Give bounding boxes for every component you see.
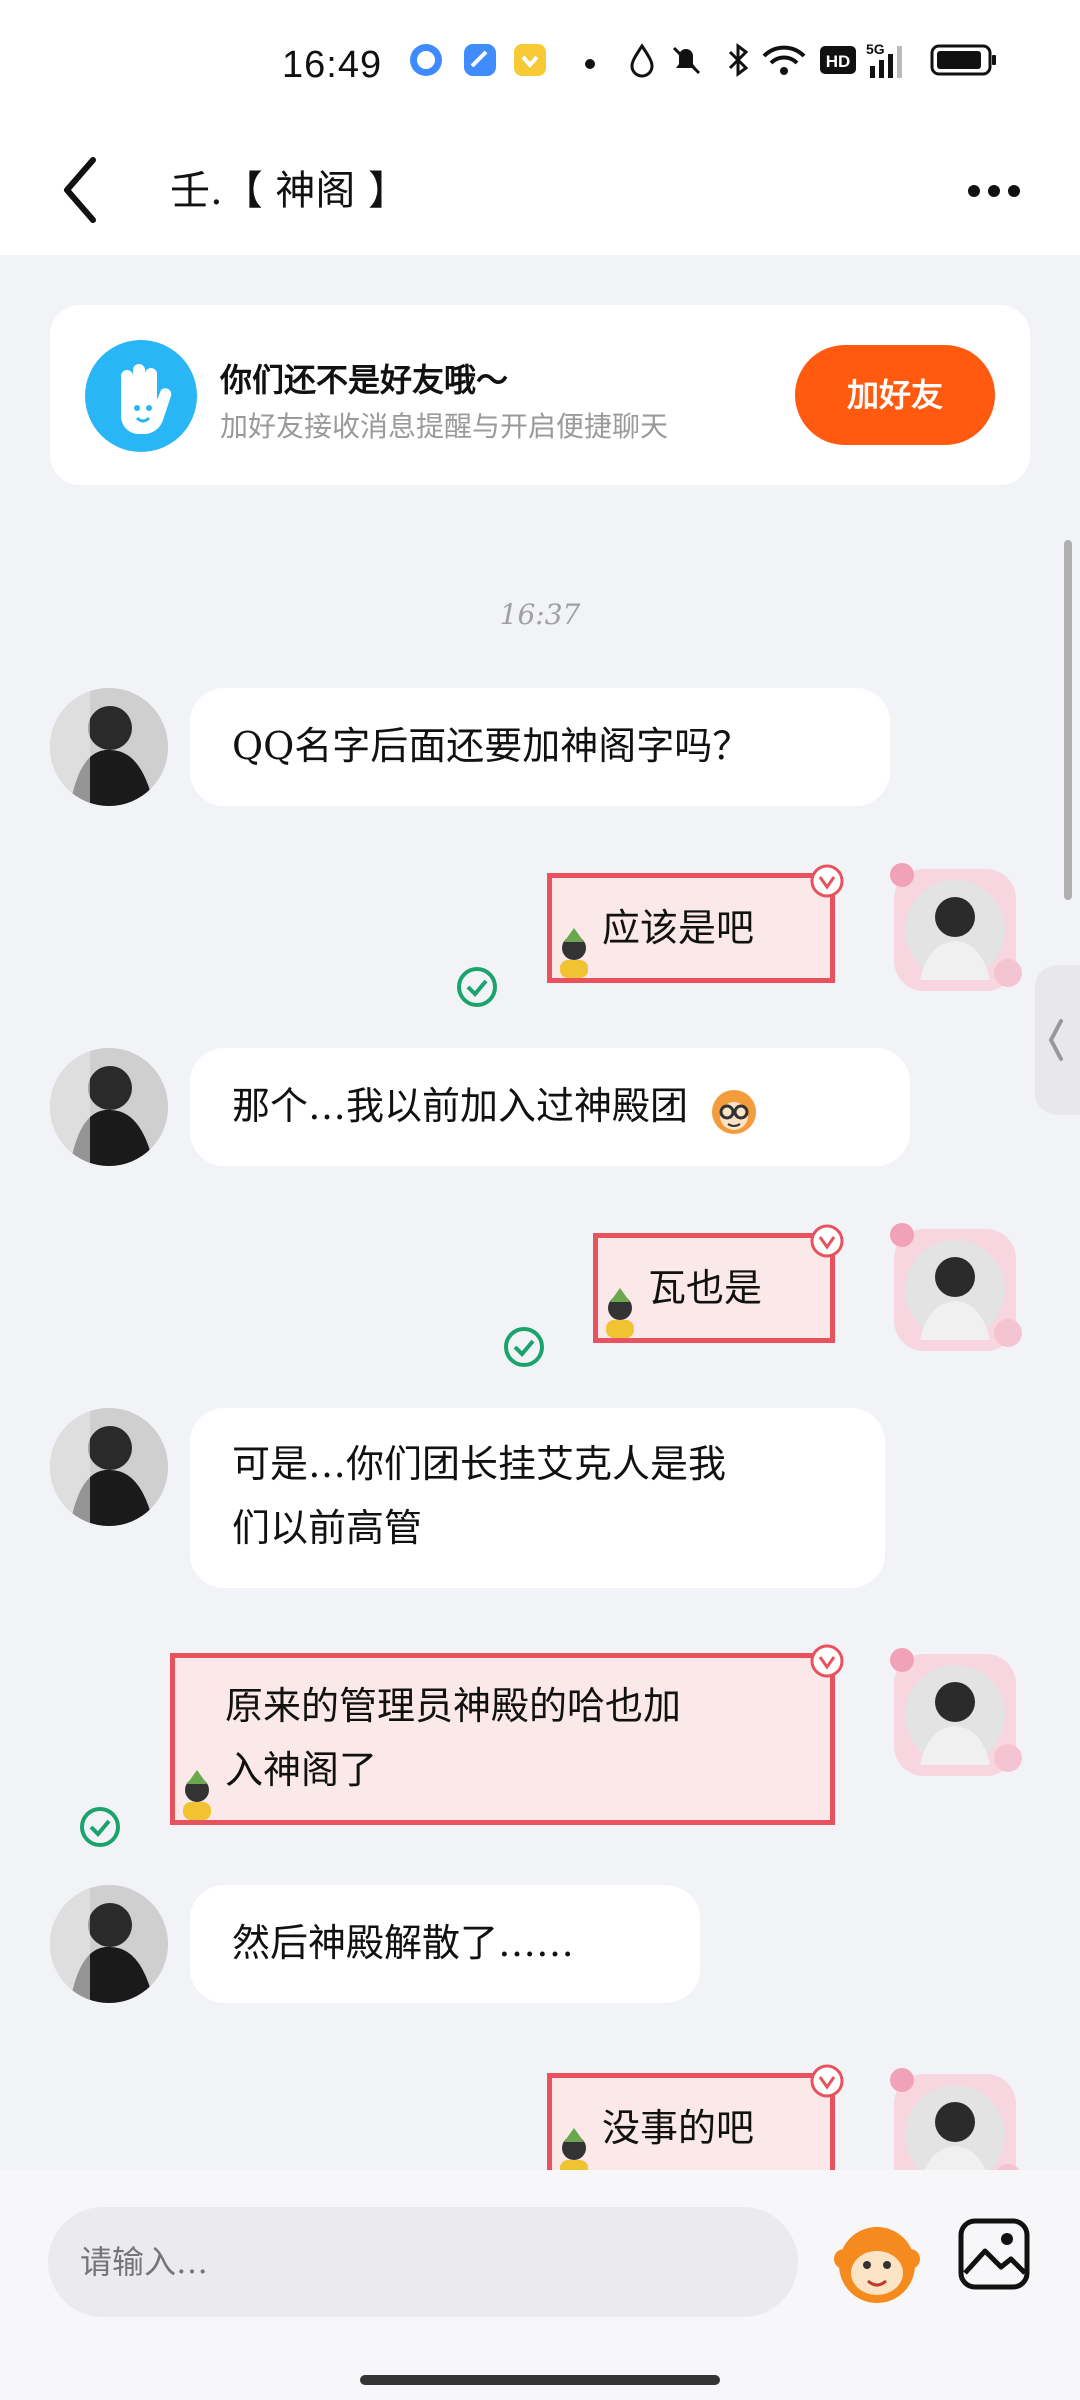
bubble-badge-icon xyxy=(810,864,844,898)
message-bubble-sent[interactable]: 应该是吧 xyxy=(547,864,844,983)
input-bar xyxy=(0,2170,1080,2400)
read-check-icon xyxy=(504,1327,544,1367)
battery-icon xyxy=(930,44,996,76)
message-text: QQ名字后面还要加神阁字吗？ xyxy=(232,724,751,768)
drop-icon xyxy=(630,43,654,78)
image-picker-button[interactable] xyxy=(955,2215,1033,2293)
mute-bell-icon xyxy=(672,46,701,75)
more-dot-icon xyxy=(968,185,980,197)
bubble-badge-icon xyxy=(810,2064,844,2098)
blue-app-icon xyxy=(464,44,496,76)
message-text-line: 入神阁了 xyxy=(225,1748,378,1792)
sender-avatar[interactable] xyxy=(50,1885,168,2003)
bluetooth-icon xyxy=(728,43,749,77)
bubble-character-icon xyxy=(183,1770,211,1820)
wifi-icon xyxy=(762,45,806,75)
side-drawer-handle[interactable] xyxy=(1035,965,1080,1115)
message-bubble-sent[interactable]: 没事的吧 xyxy=(547,2064,844,2170)
status-time: 16:49 xyxy=(282,44,383,86)
bubble-character-icon xyxy=(606,1288,634,1338)
chevron-left-icon xyxy=(64,157,96,223)
message-bubble-received[interactable]: 可是…你们团长挂艾克人是我 们以前高管 xyxy=(190,1408,885,1588)
message-text-line: 原来的管理员神殿的哈也加 xyxy=(225,1684,682,1728)
message-bubble-sent[interactable]: 原来的管理员神殿的哈也加 入神阁了 xyxy=(170,1644,844,1825)
bubble-character-icon xyxy=(560,2128,588,2170)
chat-header: 壬.【 神阁 】 xyxy=(0,130,1080,255)
svg-text:5G: 5G xyxy=(866,41,885,57)
qq-icon xyxy=(410,44,442,76)
add-friend-button[interactable]: 加好友 xyxy=(795,345,995,445)
my-avatar[interactable] xyxy=(880,855,1030,1005)
sender-avatar[interactable] xyxy=(50,1048,168,1166)
message-timestamp: 16:37 xyxy=(499,598,581,631)
yellow-app-icon xyxy=(514,44,546,76)
message-bubble-received[interactable]: 那个…我以前加入过神殿团 xyxy=(190,1048,910,1166)
add-friend-banner: 你们还不是好友哦～ 加好友接收消息提醒与开启便捷聊天 加好友 xyxy=(50,305,1030,485)
svg-text:HD: HD xyxy=(826,52,851,71)
5g-signal-icon: 5G xyxy=(866,41,902,78)
more-options-button[interactable] xyxy=(960,165,1030,215)
monkey-glasses-emoji xyxy=(712,1089,757,1134)
bubble-badge-icon xyxy=(810,1224,844,1258)
message-text-line: 可是…你们团长挂艾克人是我 xyxy=(232,1442,727,1486)
banner-subtitle: 加好友接收消息提醒与开启便捷聊天 xyxy=(220,410,669,443)
my-avatar[interactable] xyxy=(880,1640,1030,1790)
my-avatar[interactable] xyxy=(880,2060,1030,2170)
message-text-line: 们以前高管 xyxy=(232,1506,423,1550)
read-check-icon xyxy=(80,1807,120,1847)
hd-icon: HD xyxy=(820,46,856,74)
image-icon xyxy=(958,2218,1030,2290)
message-text: 瓦也是 xyxy=(648,1266,763,1310)
message-text: 没事的吧 xyxy=(602,2106,755,2150)
banner-title: 你们还不是好友哦～ xyxy=(220,361,509,399)
message-text: 然后神殿解散了…… xyxy=(232,1921,575,1965)
more-dot-icon xyxy=(988,185,1000,197)
message-bubble-received[interactable]: 然后神殿解散了…… xyxy=(190,1885,700,2003)
status-bar: 16:49 HD 5G xyxy=(0,0,1080,130)
message-text: 应该是吧 xyxy=(602,906,755,950)
chat-title: 壬.【 神阁 】 xyxy=(170,168,409,214)
bubble-badge-icon xyxy=(810,1644,844,1678)
sender-avatar[interactable] xyxy=(50,688,168,806)
message-bubble-received[interactable]: QQ名字后面还要加神阁字吗？ xyxy=(190,688,890,806)
my-avatar[interactable] xyxy=(880,1215,1030,1365)
bubble-character-icon xyxy=(560,928,588,978)
sender-avatar[interactable] xyxy=(50,1408,168,1526)
scrollbar[interactable] xyxy=(1064,540,1072,900)
message-input[interactable] xyxy=(48,2207,798,2317)
waving-hand-icon xyxy=(85,340,197,452)
status-icons: HD 5G xyxy=(400,40,1010,90)
dot-icon xyxy=(585,59,595,69)
message-bubble-sent[interactable]: 瓦也是 xyxy=(593,1224,844,1343)
read-check-icon xyxy=(457,967,497,1007)
chat-area[interactable]: 你们还不是好友哦～ 加好友接收消息提醒与开启便捷聊天 加好友 16:37 QQ名… xyxy=(0,255,1080,2170)
chevron-left-icon xyxy=(1048,1019,1063,1061)
more-dot-icon xyxy=(1008,185,1020,197)
home-indicator[interactable] xyxy=(360,2375,720,2385)
emoji-button[interactable] xyxy=(830,2215,925,2310)
monkey-emoji-icon xyxy=(834,2227,920,2303)
back-button[interactable] xyxy=(55,150,125,230)
message-text: 那个…我以前加入过神殿团 xyxy=(232,1084,689,1128)
